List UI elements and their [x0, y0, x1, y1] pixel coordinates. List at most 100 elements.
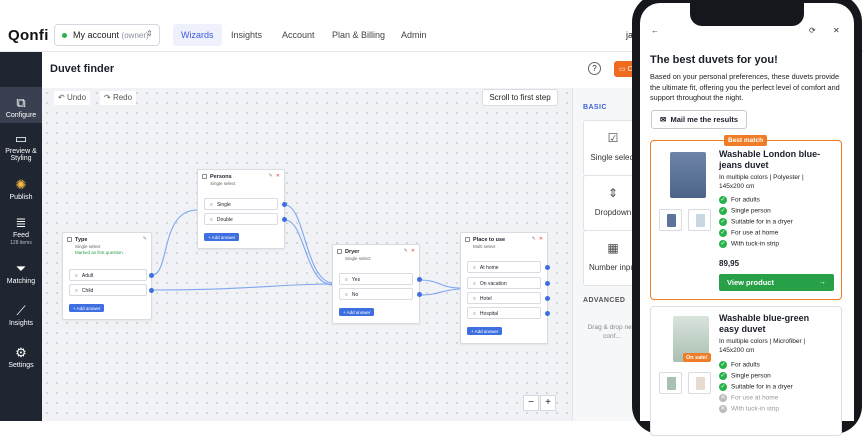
node-grid-icon [465, 237, 470, 242]
edit-delete-icons[interactable]: ✎ ✕ [269, 173, 280, 179]
feature-text: Suitable for in a dryer [731, 383, 793, 391]
check-icon: ✓ [719, 196, 727, 204]
drag-handle-icon[interactable]: ≡ [75, 273, 78, 279]
product-name[interactable]: Washable blue-green easy duvet [719, 313, 829, 335]
option-child[interactable]: ≡ Child [69, 284, 147, 296]
add-answer-button[interactable]: + Add answer [339, 308, 375, 316]
node-checkbox-icon [67, 237, 72, 242]
drag-handle-icon[interactable]: ≡ [345, 292, 348, 298]
back-arrow-icon[interactable]: ← [651, 26, 659, 35]
port-hotel[interactable] [545, 296, 550, 301]
check-icon: ✓ [719, 218, 727, 226]
node-checkbox-icon [337, 249, 342, 254]
card-label: Dropdown [594, 208, 632, 217]
option-on-vacation[interactable]: ≡ On vacation [467, 277, 541, 289]
port-adult[interactable] [149, 273, 154, 278]
link-child-dryer [151, 283, 333, 291]
node-title: Dryer [345, 249, 360, 255]
drag-handle-icon[interactable]: ≡ [345, 277, 348, 283]
product-name[interactable]: Washable London blue-jeans duvet [719, 149, 829, 171]
drag-handle-icon[interactable]: ≡ [75, 288, 78, 294]
product-thumbnail[interactable] [659, 209, 682, 231]
feature-item: ✓ Suitable for in a dryer [719, 383, 793, 391]
thumb-image [667, 214, 676, 227]
zoom-in-button[interactable]: + [540, 395, 556, 411]
option-hotel[interactable]: ≡ Hotel [467, 292, 541, 304]
check-icon: ✓ [719, 207, 727, 215]
feature-item: ✕ With tuck-in strip [719, 405, 779, 413]
option-label: At home [479, 265, 499, 271]
phone-notch [690, 0, 804, 26]
option-label: On vacation [479, 281, 507, 287]
add-answer-button[interactable]: + Add answer [69, 304, 105, 312]
drag-handle-icon[interactable]: ≡ [473, 281, 476, 287]
check-icon: ✓ [719, 361, 727, 369]
product-image[interactable] [670, 152, 706, 198]
product-thumbnail[interactable] [688, 372, 711, 394]
node-subtitle: Single select [210, 181, 236, 186]
cross-icon: ✕ [719, 405, 727, 413]
option-yes[interactable]: ≡ Yes [339, 273, 413, 285]
node-subtitle: Single select [75, 244, 101, 249]
on-sale-badge: On sale! [683, 353, 711, 362]
option-adult[interactable]: ≡ Adult [69, 269, 147, 281]
port-single[interactable] [282, 202, 287, 207]
option-double[interactable]: ≡ Double [204, 213, 278, 225]
port-no[interactable] [417, 292, 422, 297]
feature-item: ✓ Suitable for in a dryer [719, 218, 793, 226]
edit-delete-icons[interactable]: ✎ ✕ [532, 236, 543, 242]
view-product-button[interactable]: View product → [719, 274, 834, 291]
card-label: Number input [588, 263, 638, 272]
drag-handle-icon[interactable]: ≡ [210, 202, 213, 208]
add-answer-button[interactable]: + Add answer [467, 327, 503, 335]
edit-icon[interactable]: ✎ [143, 236, 147, 242]
results-description: Based on your personal preferences, thes… [650, 72, 840, 102]
port-on-vacation[interactable] [545, 281, 550, 286]
port-child[interactable] [149, 288, 154, 293]
port-yes[interactable] [417, 277, 422, 282]
link-single-dryer [284, 204, 333, 284]
refresh-icon[interactable]: ⟳ [809, 26, 816, 35]
feature-text: With tuck-in strip [731, 240, 780, 248]
arrow-right-icon: → [818, 277, 827, 286]
node-checkbox-icon [202, 174, 207, 179]
feature-text: For adults [731, 196, 760, 204]
port-hospital[interactable] [545, 311, 550, 316]
node-title: Persons [210, 174, 232, 180]
feature-item: ✓ For adults [719, 361, 760, 369]
option-at-home[interactable]: ≡ At home [467, 261, 541, 273]
mail-results-button[interactable]: ✉ Mail me the results [651, 110, 747, 129]
port-at-home[interactable] [545, 265, 550, 270]
feature-item: ✓ Single person [719, 207, 771, 215]
drag-handle-icon[interactable]: ≡ [473, 311, 476, 317]
option-single[interactable]: ≡ Single [204, 198, 278, 210]
mail-label: Mail me the results [670, 115, 738, 124]
zoom-out-button[interactable]: − [523, 395, 539, 411]
port-double[interactable] [282, 217, 287, 222]
option-label: Double [216, 217, 233, 223]
results-title: The best duvets for you! [650, 54, 778, 66]
thumb-image [696, 214, 705, 227]
add-answer-button[interactable]: + Add answer [204, 233, 240, 241]
option-label: Hospital [479, 311, 498, 317]
card-label: Single select [590, 153, 636, 162]
check-icon: ✓ [719, 372, 727, 380]
edit-delete-icons[interactable]: ✎ ✕ [404, 248, 415, 254]
option-no[interactable]: ≡ No [339, 288, 413, 300]
feature-text: With tuck-in strip [731, 405, 780, 413]
drag-handle-icon[interactable]: ≡ [473, 265, 476, 271]
product-thumbnail[interactable] [659, 372, 682, 394]
drag-handle-icon[interactable]: ≡ [473, 296, 476, 302]
close-icon[interactable]: ✕ [833, 26, 840, 35]
product-attributes: In multiple colors | Polyester | 145x200… [719, 174, 804, 190]
feature-item: ✓ For adults [719, 196, 760, 204]
option-label: Child [81, 288, 94, 294]
drag-handle-icon[interactable]: ≡ [210, 217, 213, 223]
link-adult-persons [151, 209, 198, 276]
link-no-place [419, 288, 461, 296]
product-thumbnail[interactable] [688, 209, 711, 231]
link-yes-place [419, 279, 461, 289]
option-hospital[interactable]: ≡ Hospital [467, 307, 541, 319]
node-title: Place to use [473, 237, 506, 243]
feature-item: ✕ For use at home [719, 394, 778, 402]
